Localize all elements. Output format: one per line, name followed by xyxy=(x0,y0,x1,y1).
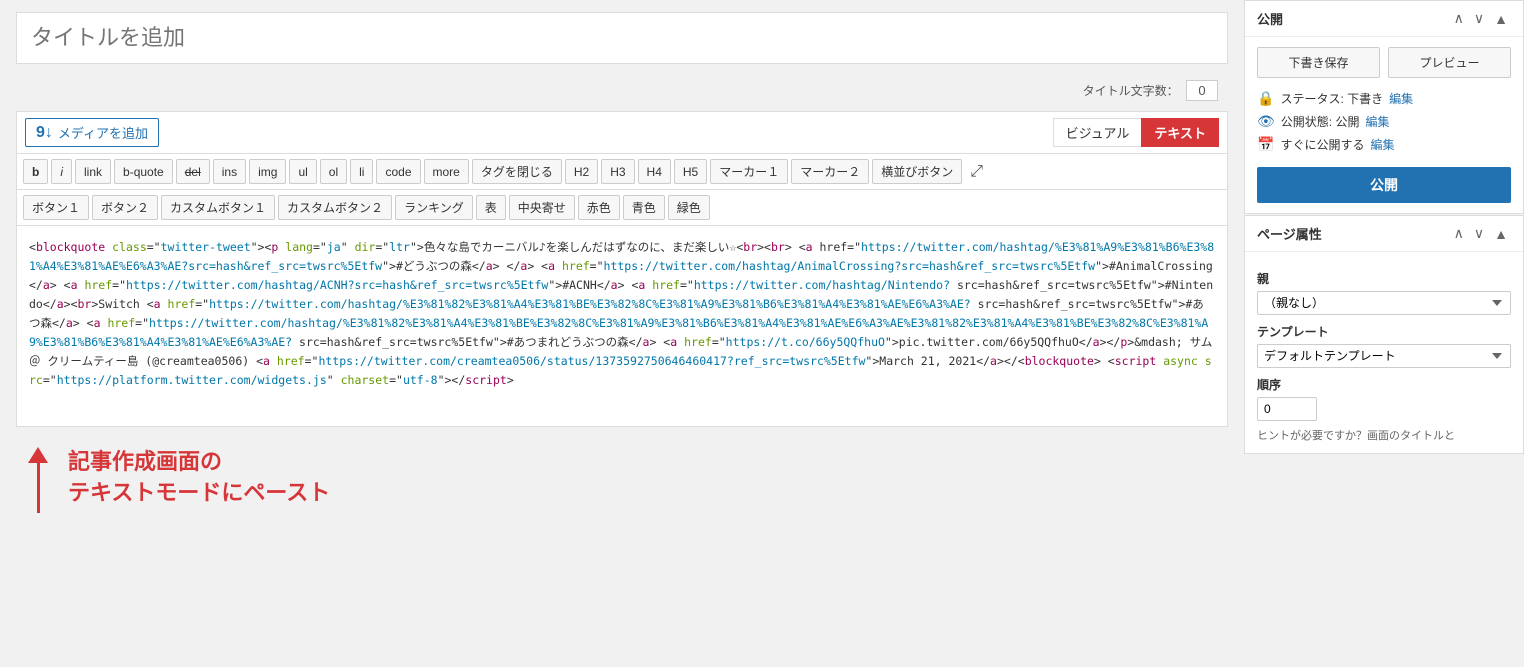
template-label: テンプレート xyxy=(1257,323,1511,340)
toolbar-ol[interactable]: ol xyxy=(320,159,347,184)
toolbar-link[interactable]: link xyxy=(75,159,111,184)
template-select[interactable]: デフォルトテンプレート xyxy=(1257,344,1511,368)
char-count-label: タイトル文字数： xyxy=(1083,84,1179,98)
toolbar-blue[interactable]: 青色 xyxy=(623,195,665,220)
publish-panel-title: 公開 xyxy=(1257,9,1283,28)
publish-collapse-down[interactable]: ∨ xyxy=(1471,10,1487,27)
page-attr-panel: ページ属性 ∧ ∨ ▲ 親 （親なし） テンプレート デフォルトテンプレート 順… xyxy=(1244,215,1524,454)
editor-content[interactable]: <blockquote class="twitter-tweet"><p lan… xyxy=(17,226,1227,426)
page-attr-title: ページ属性 xyxy=(1257,224,1322,243)
toolbar-red[interactable]: 赤色 xyxy=(578,195,620,220)
parent-label: 親 xyxy=(1257,270,1511,287)
schedule-edit-link[interactable]: 編集 xyxy=(1370,136,1394,153)
toolbar-img[interactable]: img xyxy=(249,159,286,184)
toolbar-del[interactable]: del xyxy=(176,159,210,184)
toolbar-h3[interactable]: H3 xyxy=(601,159,634,184)
toolbar-h2[interactable]: H2 xyxy=(565,159,598,184)
publish-panel: 公開 ∧ ∨ ▲ 下書き保存 プレビュー 🔒 ステータス: 下書き 編集 xyxy=(1244,0,1524,214)
toolbar-italic[interactable]: i xyxy=(51,159,72,184)
page-attr-controls: ∧ ∨ ▲ xyxy=(1451,225,1511,242)
add-media-label: メディアを追加 xyxy=(58,123,148,142)
order-label: 順序 xyxy=(1257,376,1511,393)
toolbar-ul[interactable]: ul xyxy=(289,159,316,184)
toolbar-marker2[interactable]: マーカー２ xyxy=(791,159,869,184)
visibility-edit-link[interactable]: 編集 xyxy=(1365,113,1389,130)
toolbar-button2[interactable]: ボタン２ xyxy=(92,195,158,220)
toolbar-expand-button[interactable]: ⤢ xyxy=(965,159,988,184)
text-mode-button[interactable]: テキスト xyxy=(1141,118,1219,147)
visual-mode-button[interactable]: ビジュアル xyxy=(1053,118,1142,147)
draft-save-button[interactable]: 下書き保存 xyxy=(1257,47,1380,78)
status-row: 🔒 ステータス: 下書き 編集 xyxy=(1257,90,1511,107)
publish-collapse-up[interactable]: ∧ xyxy=(1451,10,1467,27)
preview-button[interactable]: プレビュー xyxy=(1388,47,1511,78)
schedule-label: すぐに公開する xyxy=(1280,136,1364,153)
hint-text: ヒントが必要ですか？画面のタイトルと xyxy=(1257,427,1511,443)
page-attr-header: ページ属性 ∧ ∨ ▲ xyxy=(1245,216,1523,252)
toolbar-green[interactable]: 緑色 xyxy=(668,195,710,220)
toolbar-row-1: b i link b-quote del ins img ul ol li co… xyxy=(17,154,1227,190)
toolbar-custom-btn1[interactable]: カスタムボタン１ xyxy=(161,195,275,220)
toolbar-center[interactable]: 中央寄せ xyxy=(509,195,575,220)
toolbar-side-button[interactable]: 横並びボタン xyxy=(872,159,962,184)
order-input[interactable] xyxy=(1257,397,1317,421)
editor-top-row: 9↓ メディアを追加 ビジュアル テキスト xyxy=(17,112,1227,154)
mode-buttons: ビジュアル テキスト xyxy=(1053,118,1219,147)
status-label: ステータス: 下書き xyxy=(1280,90,1383,107)
arrow-line xyxy=(37,463,40,513)
title-section xyxy=(16,12,1228,64)
page-attr-collapse-down[interactable]: ∨ xyxy=(1471,225,1487,242)
char-count-row: タイトル文字数： 0 xyxy=(16,76,1228,105)
visibility-icon: 👁 xyxy=(1257,113,1275,130)
toolbar-ranking[interactable]: ランキング xyxy=(395,195,473,220)
schedule-row: 📅 すぐに公開する 編集 xyxy=(1257,136,1511,153)
toolbar-code[interactable]: code xyxy=(376,159,420,184)
add-media-icon: 9↓ xyxy=(36,124,53,142)
toolbar-custom-btn2[interactable]: カスタムボタン２ xyxy=(278,195,392,220)
editor-area: 9↓ メディアを追加 ビジュアル テキスト b i link b-quote d… xyxy=(16,111,1228,427)
toolbar-marker1[interactable]: マーカー１ xyxy=(710,159,788,184)
status-icon: 🔒 xyxy=(1257,90,1274,107)
page-attr-body: 親 （親なし） テンプレート デフォルトテンプレート 順序 ヒントが必要ですか？… xyxy=(1245,252,1523,453)
toolbar-button1[interactable]: ボタン１ xyxy=(23,195,89,220)
toolbar-ins[interactable]: ins xyxy=(213,159,246,184)
toolbar-row-2: ボタン１ ボタン２ カスタムボタン１ カスタムボタン２ ランキング 表 中央寄せ… xyxy=(17,190,1227,226)
parent-select[interactable]: （親なし） xyxy=(1257,291,1511,315)
toolbar-h4[interactable]: H4 xyxy=(638,159,671,184)
toolbar-bold[interactable]: b xyxy=(23,159,48,184)
toolbar-li[interactable]: li xyxy=(350,159,373,184)
status-edit-link[interactable]: 編集 xyxy=(1389,90,1413,107)
page-attr-collapse-up[interactable]: ∧ xyxy=(1451,225,1467,242)
toolbar-more[interactable]: more xyxy=(424,159,469,184)
visibility-label: 公開状態: 公開 xyxy=(1281,113,1360,130)
annotation-arrow xyxy=(28,447,48,513)
publish-panel-header: 公開 ∧ ∨ ▲ xyxy=(1245,1,1523,37)
annotation-text: 記事作成画面のテキストモードにペースト xyxy=(68,447,330,509)
add-media-button[interactable]: 9↓ メディアを追加 xyxy=(25,118,159,147)
publish-action-row: 下書き保存 プレビュー xyxy=(1257,47,1511,78)
page-attr-pin[interactable]: ▲ xyxy=(1491,225,1511,242)
toolbar-table[interactable]: 表 xyxy=(476,195,506,220)
publish-panel-body: 下書き保存 プレビュー 🔒 ステータス: 下書き 編集 👁 公開状態: 公開 編… xyxy=(1245,37,1523,213)
visibility-row: 👁 公開状態: 公開 編集 xyxy=(1257,113,1511,130)
toolbar-h5[interactable]: H5 xyxy=(674,159,707,184)
schedule-icon: 📅 xyxy=(1257,136,1274,153)
sidebar: 公開 ∧ ∨ ▲ 下書き保存 プレビュー 🔒 ステータス: 下書き 編集 xyxy=(1244,0,1524,667)
toolbar-close-tag[interactable]: タグを閉じる xyxy=(472,159,562,184)
publish-panel-controls: ∧ ∨ ▲ xyxy=(1451,10,1511,27)
toolbar-bquote[interactable]: b-quote xyxy=(114,159,173,184)
arrow-up-icon xyxy=(28,447,48,463)
char-count-value: 0 xyxy=(1186,80,1218,101)
title-input[interactable] xyxy=(17,13,1227,63)
publish-button[interactable]: 公開 xyxy=(1257,167,1511,203)
publish-pin[interactable]: ▲ xyxy=(1491,10,1511,27)
annotation-area: 記事作成画面のテキストモードにペースト xyxy=(16,427,1228,523)
